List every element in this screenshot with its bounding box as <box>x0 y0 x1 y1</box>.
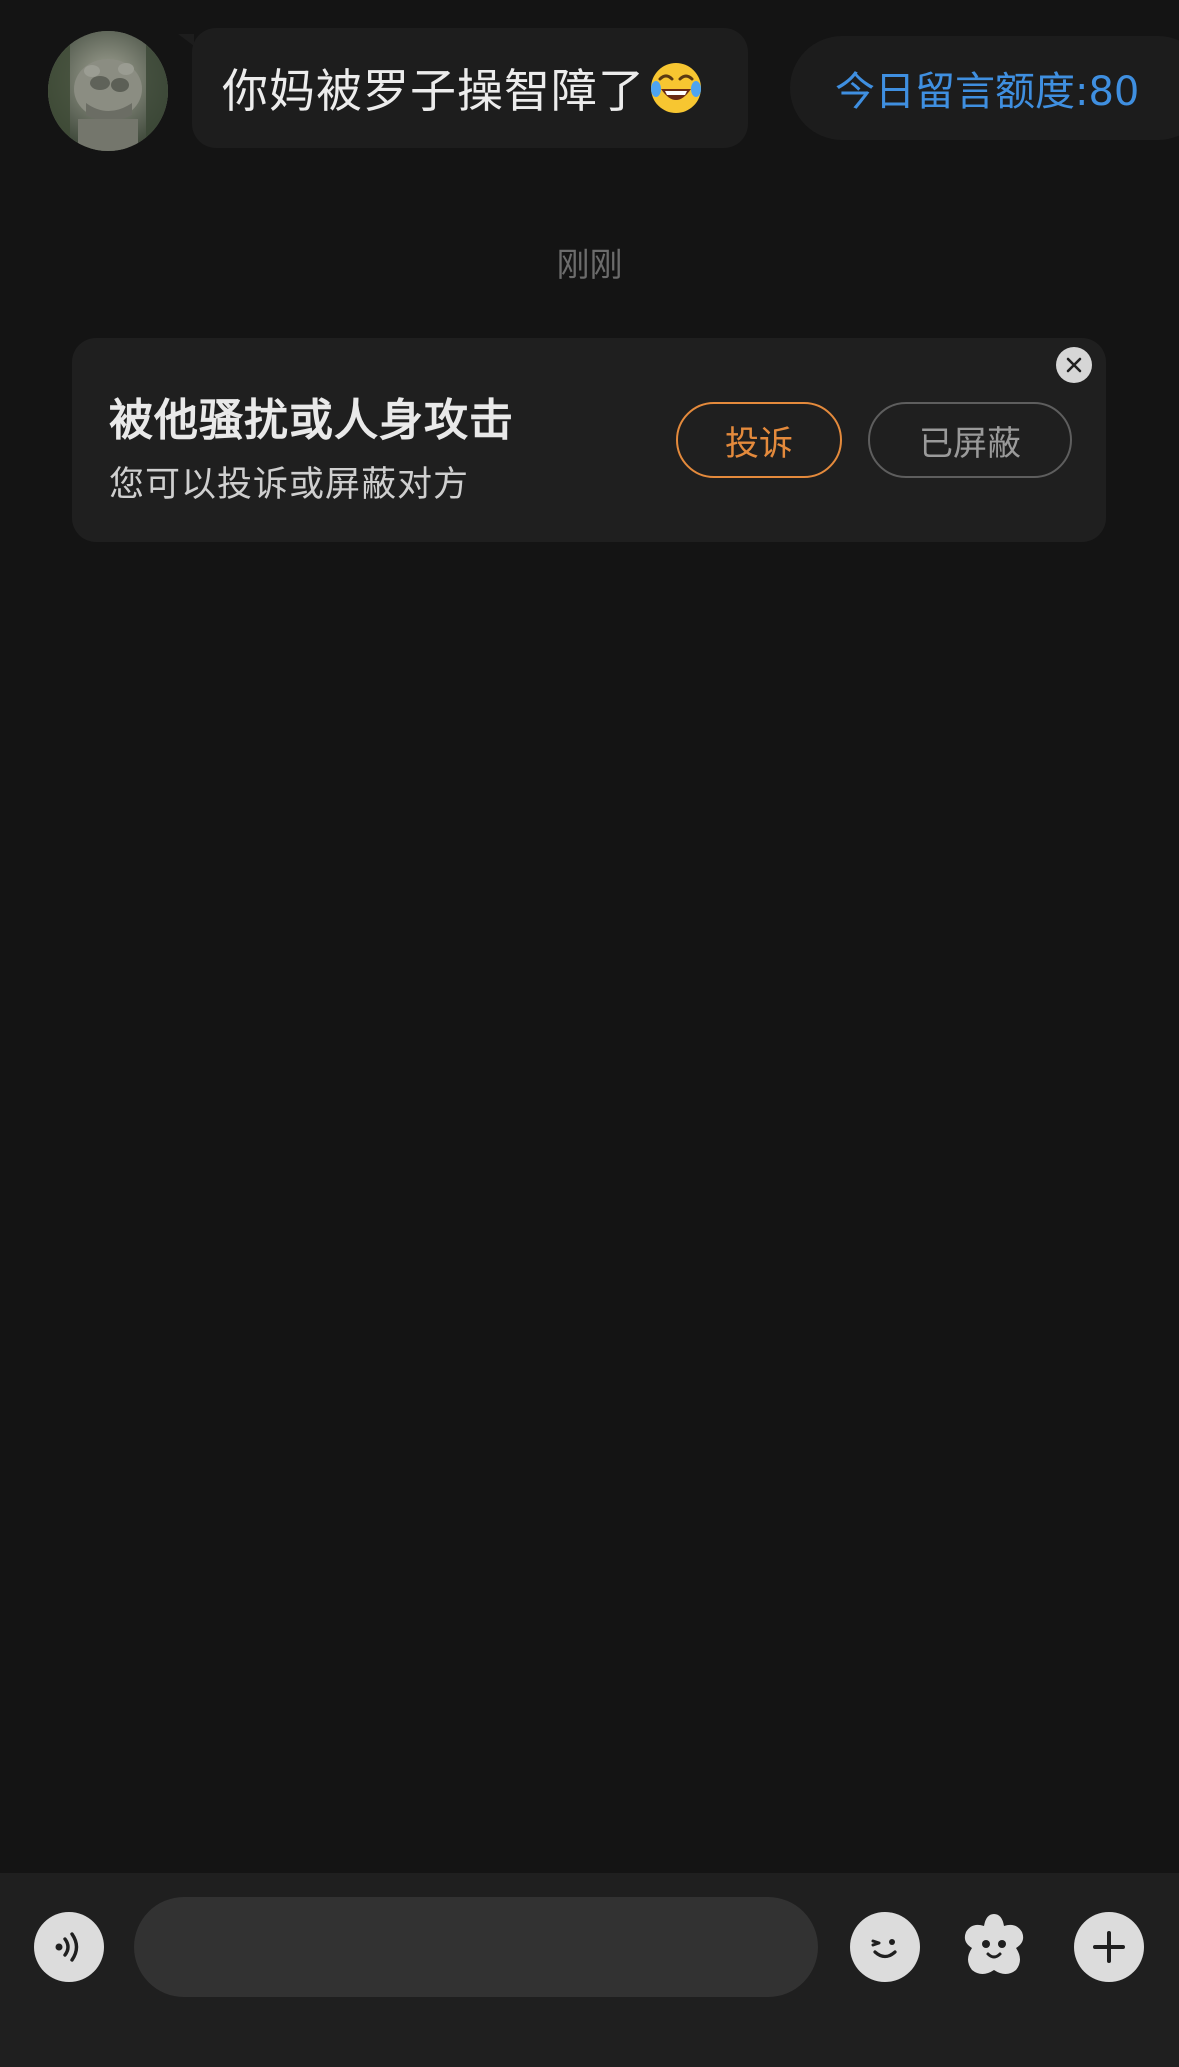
harassment-report-card: 被他骚扰或人身攻击 您可以投诉或屏蔽对方 投诉 已屏蔽 <box>72 338 1106 542</box>
message-input[interactable] <box>134 1897 818 1997</box>
bubble-tail <box>178 34 194 46</box>
message-quota-pill[interactable]: 今日留言额度:80 <box>790 36 1179 140</box>
voice-icon[interactable] <box>34 1912 104 1982</box>
face-with-tears-of-joy-icon <box>649 61 703 115</box>
card-subtitle: 您可以投诉或屏蔽对方 <box>109 465 470 505</box>
message-text: 你妈被罗子操智障了 <box>222 64 645 118</box>
sender-avatar[interactable] <box>48 31 168 151</box>
chat-screen: 你妈被罗子操智障了 今日留言额度:80 刚刚 被他骚扰或人身攻击 您可以投诉或屏… <box>0 0 1179 2067</box>
blocked-button[interactable]: 已屏蔽 <box>868 402 1072 478</box>
stone-lion-avatar-image <box>48 31 168 151</box>
message-quota-label: 今日留言额度:80 <box>835 69 1140 115</box>
message-bubble[interactable]: 你妈被罗子操智障了 <box>192 28 748 148</box>
complain-button[interactable]: 投诉 <box>676 402 842 478</box>
sticker-icon[interactable] <box>956 1908 1032 1984</box>
smiley-icon[interactable] <box>850 1912 920 1982</box>
close-icon[interactable] <box>1056 347 1092 383</box>
message-timestamp: 刚刚 <box>556 245 623 284</box>
card-title: 被他骚扰或人身攻击 <box>109 395 514 446</box>
plus-icon[interactable] <box>1074 1912 1144 1982</box>
